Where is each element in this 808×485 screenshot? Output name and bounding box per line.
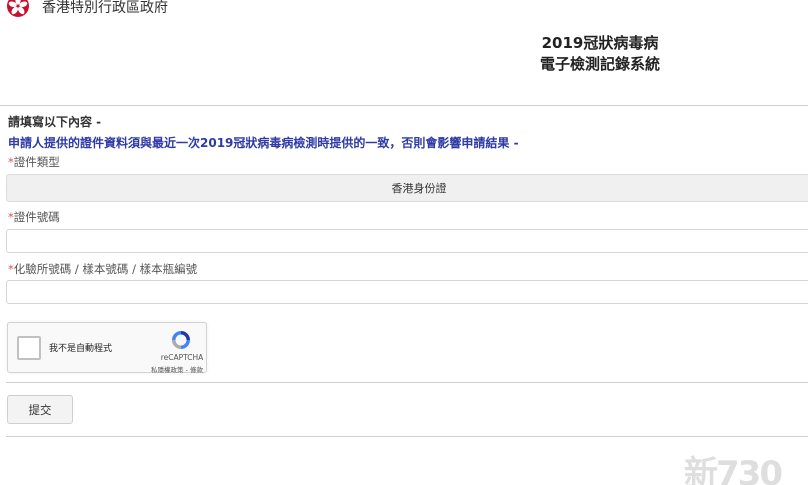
page-title: 2019冠狀病毒病 電子檢測記錄系統 (520, 33, 680, 75)
recaptcha-label: 我不是自動程式 (49, 344, 113, 354)
recaptcha-checkbox[interactable] (17, 336, 41, 360)
doc-type-label: *證件類型 (8, 154, 60, 170)
doc-type-selected-value: 香港身份證 (391, 182, 447, 195)
page-title-line1: 2019冠狀病毒病 (541, 34, 659, 52)
form-intro: 請填寫以下內容 - (8, 115, 102, 129)
doc-type-label-text: 證件類型 (13, 155, 60, 169)
lab-number-label: *化驗所號碼 / 樣本號碼 / 樣本瓶編號 (8, 261, 197, 277)
page-title-line2: 電子檢測記錄系統 (539, 55, 660, 73)
doc-number-label: *證件號碼 (8, 209, 60, 225)
recaptcha-brand: reCAPTCHA (160, 353, 204, 362)
recaptcha-terms-link[interactable]: 私隱權政策 - 條款 (136, 364, 218, 374)
recaptcha-widget: 我不是自動程式 reCAPTCHA 私隱權政策 - 條款 (7, 322, 207, 374)
watermark: 新730 (684, 454, 783, 485)
divider (6, 382, 808, 383)
bauhinia-logo-icon (7, 0, 29, 17)
doc-type-select[interactable]: 香港身份證 (6, 174, 808, 202)
divider (6, 436, 808, 437)
divider (0, 105, 808, 106)
form-notice: 申請人提供的證件資料須與最近一次2019冠狀病毒病檢測時提供的一致，否則會影響申… (8, 136, 519, 150)
gov-name: 香港特別行政區政府 (42, 0, 168, 16)
lab-number-input[interactable] (6, 280, 808, 304)
doc-number-label-text: 證件號碼 (13, 210, 60, 224)
submit-button[interactable]: 提交 (7, 395, 73, 424)
doc-number-input[interactable] (6, 229, 808, 253)
lab-number-label-text: 化驗所號碼 / 樣本號碼 / 樣本瓶編號 (13, 262, 198, 276)
recaptcha-logo-icon (172, 331, 190, 349)
